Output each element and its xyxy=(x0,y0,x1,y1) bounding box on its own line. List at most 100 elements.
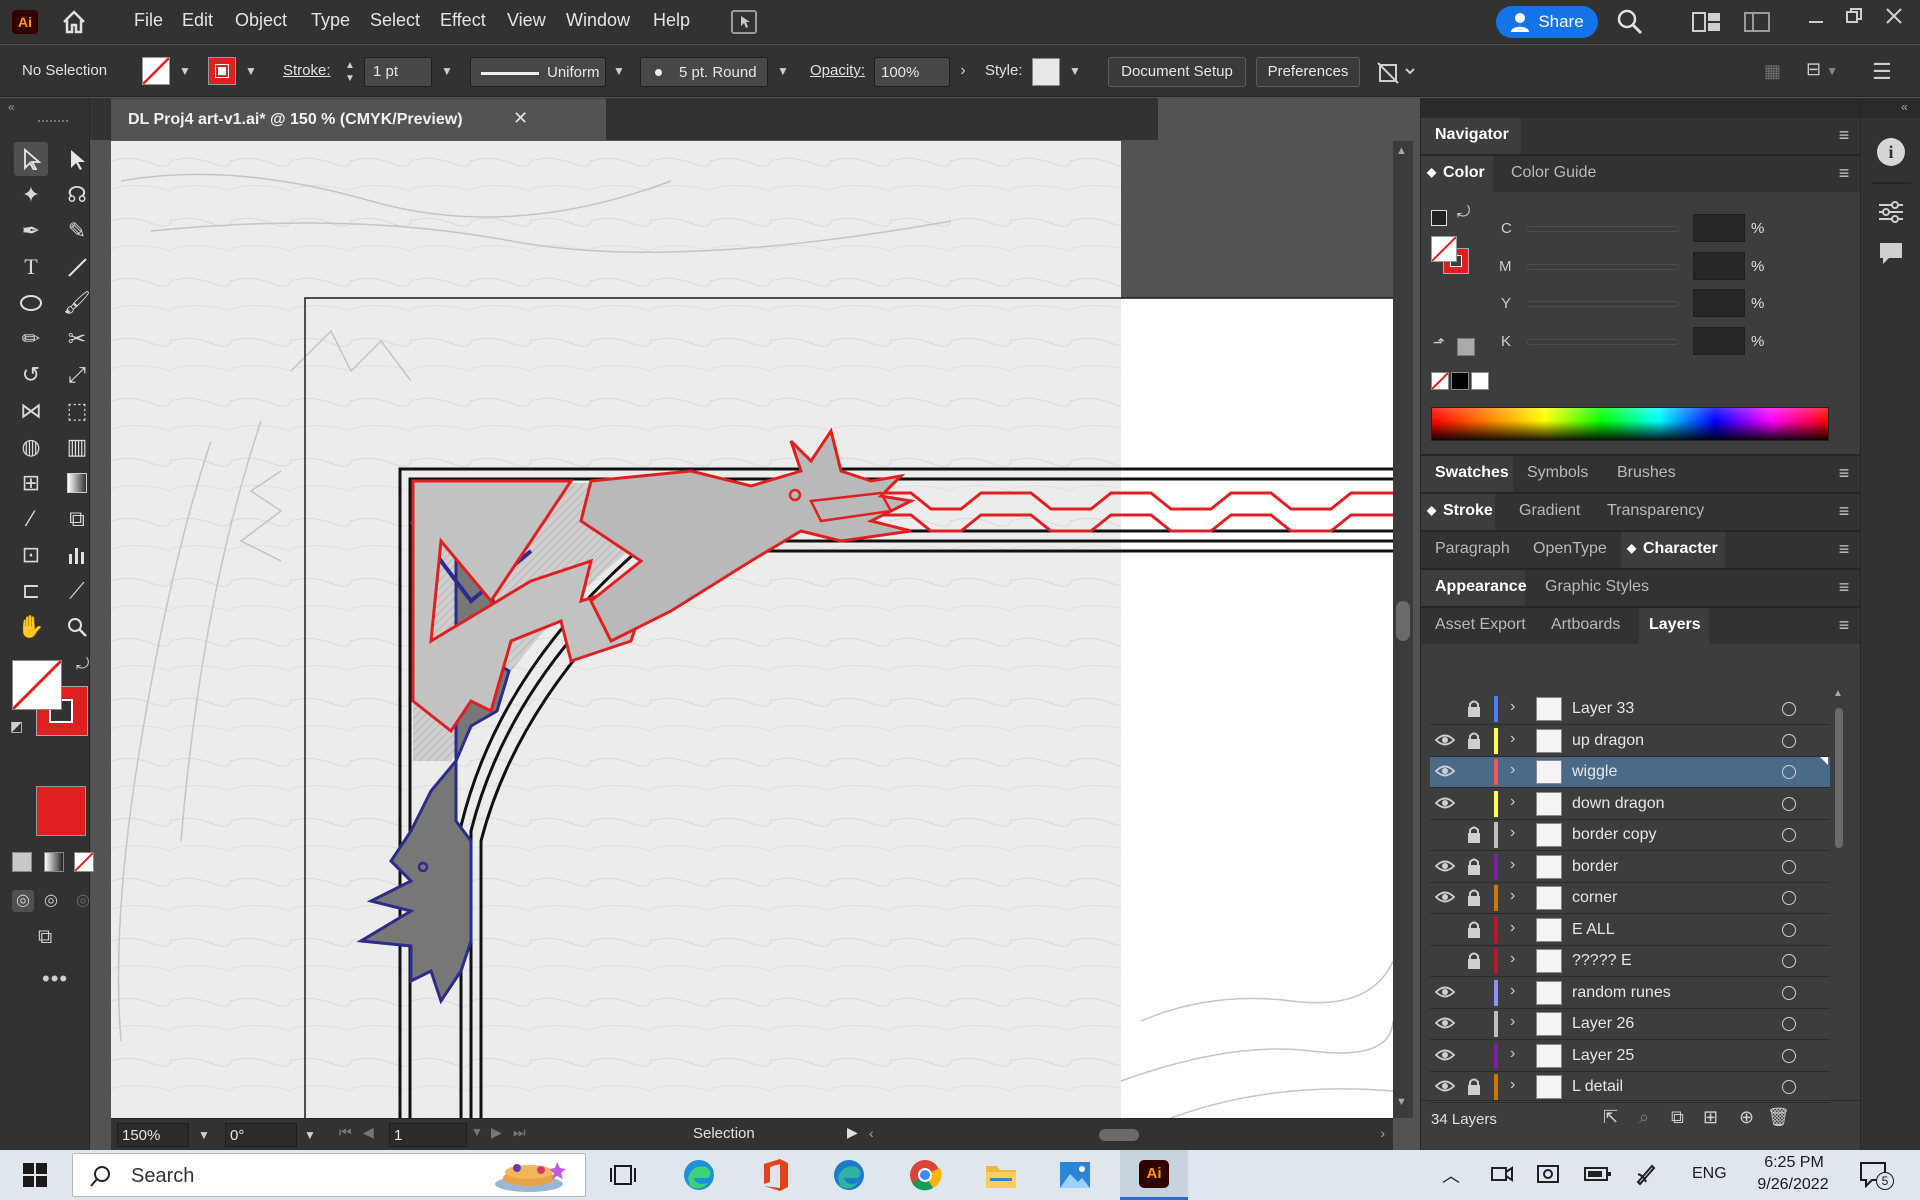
target-circle-icon[interactable] xyxy=(1782,796,1796,811)
tab-brushes[interactable]: Brushes xyxy=(1617,464,1676,482)
fill-dropdown-icon[interactable]: ▼ xyxy=(176,56,194,86)
stroke-swatch[interactable] xyxy=(208,57,236,85)
lock-icon[interactable] xyxy=(1466,888,1482,908)
pen-tool-icon[interactable]: ✒ xyxy=(14,214,48,248)
direct-selection-tool-icon[interactable] xyxy=(60,142,94,176)
file-explorer-icon[interactable] xyxy=(982,1157,1020,1193)
stroke-weight-stepper[interactable]: ▲ ▼ xyxy=(343,59,357,87)
gradient-tool-icon[interactable] xyxy=(60,466,94,500)
paintbrush-tool-icon[interactable]: 🖌 xyxy=(60,286,94,320)
toolbar-grip[interactable] xyxy=(38,120,68,124)
cyan-input[interactable] xyxy=(1693,214,1745,242)
taskbar-date[interactable]: 9/26/2022 xyxy=(1748,1176,1838,1194)
layers-scrollbar-thumb[interactable] xyxy=(1835,708,1843,848)
target-circle-icon[interactable] xyxy=(1782,733,1796,748)
layer-row[interactable]: › Layer 26 xyxy=(1430,1009,1830,1040)
target-circle-icon[interactable] xyxy=(1782,702,1796,716)
visibility-eye-icon[interactable] xyxy=(1434,983,1456,1001)
battery-icon[interactable] xyxy=(1584,1164,1612,1184)
minimize-icon[interactable] xyxy=(1806,8,1826,28)
target-circle-icon[interactable] xyxy=(1782,954,1796,968)
visibility-eye-icon[interactable] xyxy=(1434,825,1456,843)
white-swatch[interactable] xyxy=(1471,372,1489,390)
search-icon[interactable] xyxy=(1616,8,1644,36)
layer-row[interactable]: › wiggle xyxy=(1430,757,1830,788)
layer-name[interactable]: corner xyxy=(1572,889,1617,907)
type-tool-icon[interactable]: T xyxy=(14,250,48,284)
mesh-tool-icon[interactable]: ⊞ xyxy=(14,466,48,500)
artboard-tool-icon[interactable]: ⊏ xyxy=(14,574,48,608)
document-tab[interactable]: DL Proj4 art-v1.ai* @ 150 % (CMYK/Previe… xyxy=(111,98,606,140)
magic-wand-tool-icon[interactable]: ✦ xyxy=(14,178,48,212)
symbol-sprayer-tool-icon[interactable]: ⊡ xyxy=(14,538,48,572)
workspace-switcher-icon[interactable] xyxy=(1692,12,1722,32)
visibility-eye-icon[interactable] xyxy=(1434,731,1456,749)
lock-icon[interactable] xyxy=(1466,731,1482,751)
restore-icon[interactable] xyxy=(1844,6,1864,26)
layer-row[interactable]: › random runes xyxy=(1430,978,1830,1009)
expand-arrow-icon[interactable]: › xyxy=(1510,730,1515,748)
properties-info-icon[interactable]: i xyxy=(1877,138,1905,166)
meet-now-icon[interactable] xyxy=(1490,1162,1514,1186)
show-hidden-icons[interactable]: ︿ xyxy=(1442,1162,1460,1188)
layer-row[interactable]: › ????? E xyxy=(1430,946,1830,977)
fill-indicator[interactable] xyxy=(11,659,63,711)
stroke-menu-icon[interactable]: ≡ xyxy=(1835,502,1853,520)
layer-name[interactable]: ????? E xyxy=(1572,952,1632,970)
target-circle-icon[interactable] xyxy=(1782,985,1796,1000)
quick-actions-icon[interactable] xyxy=(1376,59,1416,85)
layers-scrollbar[interactable]: ▲ ▼ xyxy=(1833,688,1845,1126)
last-artboard-icon[interactable]: ⏭ xyxy=(513,1124,526,1141)
layer-name[interactable]: border xyxy=(1572,858,1618,876)
layer-name[interactable]: Layer 25 xyxy=(1572,1047,1634,1065)
close-window-icon[interactable] xyxy=(1884,6,1904,26)
expand-arrow-icon[interactable]: › xyxy=(1510,856,1515,874)
align-grid-icon[interactable]: ▦ xyxy=(1764,61,1784,81)
expand-arrow-icon[interactable]: › xyxy=(1510,950,1515,968)
vertical-scrollbar-track[interactable]: ▲ ▼ xyxy=(1393,141,1413,1118)
shaper-tool-icon[interactable]: ✏ xyxy=(14,322,48,356)
color-menu-icon[interactable]: ≡ xyxy=(1835,164,1853,182)
previous-artboard-icon[interactable]: ◀ xyxy=(363,1124,374,1141)
expand-arrow-icon[interactable]: › xyxy=(1510,982,1515,1000)
properties-sliders-icon[interactable] xyxy=(1877,200,1905,224)
swap-fill-stroke-icon[interactable]: ⤾ xyxy=(76,656,89,674)
windows-start-icon[interactable] xyxy=(16,1157,54,1193)
visibility-eye-icon[interactable] xyxy=(1434,1077,1456,1095)
screen-capture-icon[interactable] xyxy=(1536,1162,1560,1186)
color-collapse-icon[interactable]: ◆ xyxy=(1427,165,1436,179)
draw-normal-icon[interactable]: ◎ xyxy=(12,890,34,912)
layer-name[interactable]: Layer 26 xyxy=(1572,1015,1634,1033)
menu-type[interactable]: Type xyxy=(311,10,350,31)
color-spectrum[interactable] xyxy=(1431,407,1829,441)
rotate-tool-icon[interactable]: ↺ xyxy=(14,358,48,392)
edge-dev-icon[interactable] xyxy=(830,1157,868,1193)
layer-name[interactable]: Layer 33 xyxy=(1572,700,1634,718)
new-sublayer-icon[interactable]: ⊞ xyxy=(1703,1107,1718,1128)
transform-icon[interactable]: ⊟ ▼ xyxy=(1806,59,1848,83)
selection-tool-icon[interactable] xyxy=(14,142,48,176)
target-circle-icon[interactable] xyxy=(1782,765,1796,779)
preferences-button[interactable]: Preferences xyxy=(1256,57,1360,87)
out-of-gamut-icon[interactable]: ⬏ xyxy=(1433,334,1445,351)
visibility-eye-icon[interactable] xyxy=(1434,1046,1456,1064)
layer-row[interactable]: › E ALL xyxy=(1430,915,1830,946)
tab-asset-export[interactable]: Asset Export xyxy=(1435,616,1526,634)
character-collapse-icon[interactable]: ◆ xyxy=(1627,541,1636,555)
yellow-input[interactable] xyxy=(1693,289,1745,317)
column-graph-tool-icon[interactable] xyxy=(60,538,94,572)
ellipse-tool-icon[interactable] xyxy=(14,286,48,320)
expand-panels-icon[interactable]: « xyxy=(1901,100,1908,114)
target-circle-icon[interactable] xyxy=(1782,1080,1796,1094)
navigator-menu-icon[interactable]: ≡ xyxy=(1835,126,1853,144)
none-mode-icon[interactable] xyxy=(74,852,94,872)
gradient-mode-icon[interactable] xyxy=(44,852,64,872)
graphic-style-swatch[interactable] xyxy=(1032,58,1060,86)
tab-paragraph[interactable]: Paragraph xyxy=(1435,540,1510,558)
tab-color-guide[interactable]: Color Guide xyxy=(1511,164,1596,182)
edge-browser-icon[interactable] xyxy=(680,1157,718,1193)
control-menu-icon[interactable]: ☰ xyxy=(1872,59,1896,84)
mini-fill-stroke[interactable] xyxy=(1431,210,1447,226)
visibility-eye-icon[interactable] xyxy=(1434,888,1456,906)
target-circle-icon[interactable] xyxy=(1782,1048,1796,1063)
